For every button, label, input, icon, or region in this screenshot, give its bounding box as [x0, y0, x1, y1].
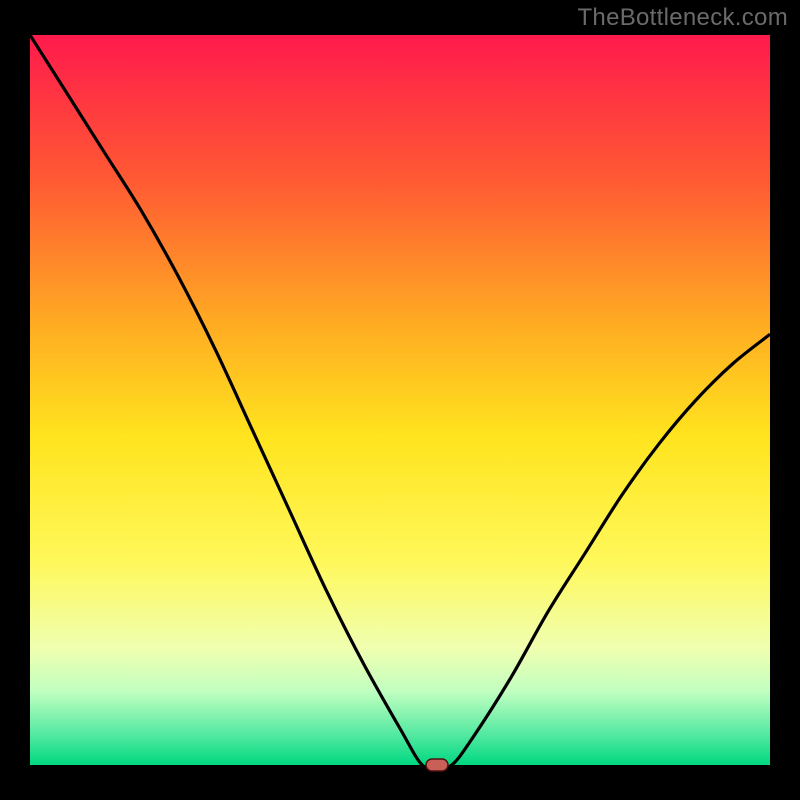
bottleneck-chart: [0, 0, 800, 800]
chart-stage: TheBottleneck.com: [0, 0, 800, 800]
min-marker: [426, 759, 448, 771]
watermark-label: TheBottleneck.com: [577, 4, 788, 32]
plot-background: [30, 35, 770, 765]
